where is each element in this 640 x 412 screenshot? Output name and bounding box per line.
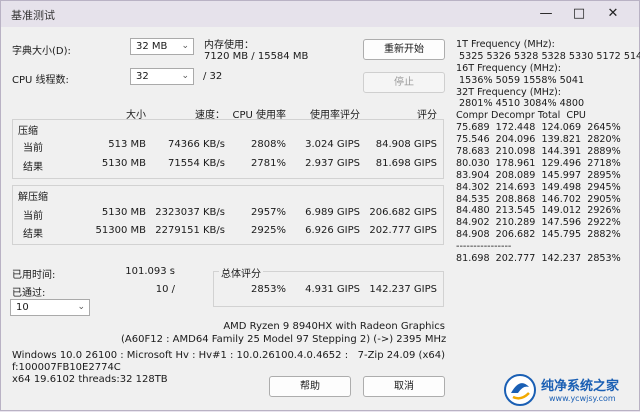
passed-value: 10 / — [155, 284, 175, 295]
compress-result-size: 5130 MB — [101, 158, 146, 169]
total-rating-usage: 4.931 GIPS — [305, 284, 360, 295]
brand-url: www.ycwjsy.com — [549, 394, 616, 403]
compress-current-speed: 74366 KB/s — [168, 139, 225, 150]
log-line: 16T Frequency (MHz): — [456, 62, 561, 74]
log-line: 81.698 202.777 142.237 2853% — [456, 253, 621, 265]
compress-result-label: 结果 — [23, 162, 43, 173]
log-line: 84.902 210.289 147.596 2922% — [456, 217, 621, 229]
log-line: 78.683 210.098 144.391 2889% — [456, 146, 621, 158]
total-rating-label: 总体评分 — [219, 265, 263, 280]
decompress-result-label: 结果 — [23, 229, 43, 240]
passed-label: 已通过: — [12, 288, 46, 299]
log-line: Compr Decompr Total CPU — [456, 110, 586, 122]
dict-size-select[interactable]: 32 MB ⌄ — [130, 38, 194, 55]
minimize-icon[interactable]: — — [533, 4, 559, 24]
memory-usage-value: 7120 MB / 15584 MB — [204, 51, 309, 62]
log-line: ---------------- — [456, 241, 512, 253]
compress-result-cpu: 2781% — [251, 158, 286, 169]
passes-select[interactable]: 10 ⌄ — [10, 299, 90, 316]
version-label: 7-Zip 24.09 (x64) — [357, 350, 445, 361]
compress-current-cpu: 2808% — [251, 139, 286, 150]
cpu-threads-total: / 32 — [203, 71, 223, 82]
compress-result-rating-usage: 2.937 GIPS — [305, 158, 360, 169]
decompress-result-speed: 2279151 KB/s — [155, 225, 225, 236]
compress-current-rating-usage: 3.024 GIPS — [305, 139, 360, 150]
compress-result-speed: 71554 KB/s — [168, 158, 225, 169]
log-line: 83.904 208.089 145.997 2895% — [456, 169, 621, 181]
close-icon[interactable]: ✕ — [600, 4, 626, 24]
decompress-current-rating-usage: 6.989 GIPS — [305, 207, 360, 218]
log-line: 1536% 5059 1558% 5041 — [456, 74, 585, 86]
decompress-current-cpu: 2957% — [251, 207, 286, 218]
cpu-flags: f:100007FB10E2774C — [12, 362, 121, 373]
elapsed-time-value: 101.093 s — [125, 266, 175, 277]
benchmark-window: 基准测试 — □ ✕ 字典大小(D): 32 MB ⌄ CPU 线程数: 32 ⌄ … — [0, 0, 640, 411]
decompress-label: 解压缩 — [18, 192, 48, 203]
stop-button[interactable]: 停止 — [363, 72, 445, 93]
log-line: 84.480 213.545 149.012 2926% — [456, 205, 621, 217]
title-bar[interactable]: 基准测试 — □ ✕ — [1, 1, 639, 27]
cancel-button[interactable]: 取消 — [363, 376, 445, 397]
watermark: 纯净系统之家 www.ycwjsy.com — [501, 369, 640, 412]
decompress-current-rating: 206.682 GIPS — [369, 207, 437, 218]
decompress-current-speed: 2323037 KB/s — [155, 207, 225, 218]
log-line: 84.535 208.868 146.702 2905% — [456, 193, 621, 205]
decompress-result-size: 51300 MB — [95, 225, 146, 236]
compress-label: 压缩 — [18, 126, 38, 137]
log-line: 32T Frequency (MHz): — [456, 86, 561, 98]
dict-size-value: 32 MB — [136, 41, 168, 52]
decompress-result-rating-usage: 6.926 GIPS — [305, 225, 360, 236]
decompress-result-cpu: 2925% — [251, 225, 286, 236]
log-line: 84.908 206.682 145.795 2882% — [456, 229, 621, 241]
window-title: 基准测试 — [11, 9, 55, 22]
log-line: 75.689 172.448 124.069 2645% — [456, 122, 621, 134]
cpu-name: AMD Ryzen 9 8940HX with Radeon Graphics — [223, 321, 445, 332]
arch-info: x64 19.6102 threads:32 128TB — [12, 374, 168, 385]
memory-usage-label: 内存使用： — [204, 40, 254, 51]
compress-current-rating: 84.908 GIPS — [375, 139, 437, 150]
brand-logo-icon — [504, 374, 536, 406]
total-cpu: 2853% — [251, 284, 286, 295]
cpu-threads-label: CPU 线程数: — [12, 75, 69, 86]
cpu-details: (A60F12 : AMD64 Family 25 Model 97 Stepp… — [121, 334, 447, 345]
maximize-icon[interactable]: □ — [566, 4, 592, 24]
passes-value: 10 — [16, 302, 29, 313]
os-info: Windows 10.0 26100 : Microsoft Hv : Hv#1… — [12, 350, 349, 361]
decompress-current-size: 5130 MB — [101, 207, 146, 218]
log-line: 1T Frequency (MHz): — [456, 39, 555, 50]
brand-name: 纯净系统之家 — [541, 379, 620, 394]
dict-size-label: 字典大小(D): — [12, 46, 71, 57]
log-line: 80.030 178.961 129.496 2718% — [456, 157, 621, 169]
compress-result-rating: 81.698 GIPS — [375, 158, 437, 169]
log-line: 75.546 204.096 139.821 2820% — [456, 134, 621, 146]
compress-current-label: 当前 — [23, 143, 43, 154]
chevron-down-icon: ⌄ — [181, 71, 189, 81]
compress-current-size: 513 MB — [108, 139, 146, 150]
help-button[interactable]: 帮助 — [269, 376, 351, 397]
elapsed-time-label: 已用时间: — [12, 270, 56, 281]
cpu-threads-value: 32 — [136, 71, 149, 82]
cpu-threads-select[interactable]: 32 ⌄ — [130, 68, 194, 85]
log-line: 5325 5326 5328 5328 5330 5172 5142 — [456, 50, 640, 62]
chevron-down-icon: ⌄ — [181, 41, 189, 51]
frequency-log: 1T Frequency (MHz): 5325 5326 5328 5328 … — [456, 39, 640, 265]
decompress-current-label: 当前 — [23, 211, 43, 222]
log-line: 2801% 4510 3084% 4800 — [456, 98, 585, 110]
restart-button[interactable]: 重新开始 — [363, 39, 445, 60]
total-rating: 142.237 GIPS — [369, 284, 437, 295]
decompress-result-rating: 202.777 GIPS — [369, 225, 437, 236]
log-line: 84.302 214.693 149.498 2945% — [456, 181, 621, 193]
chevron-down-icon: ⌄ — [77, 302, 85, 312]
